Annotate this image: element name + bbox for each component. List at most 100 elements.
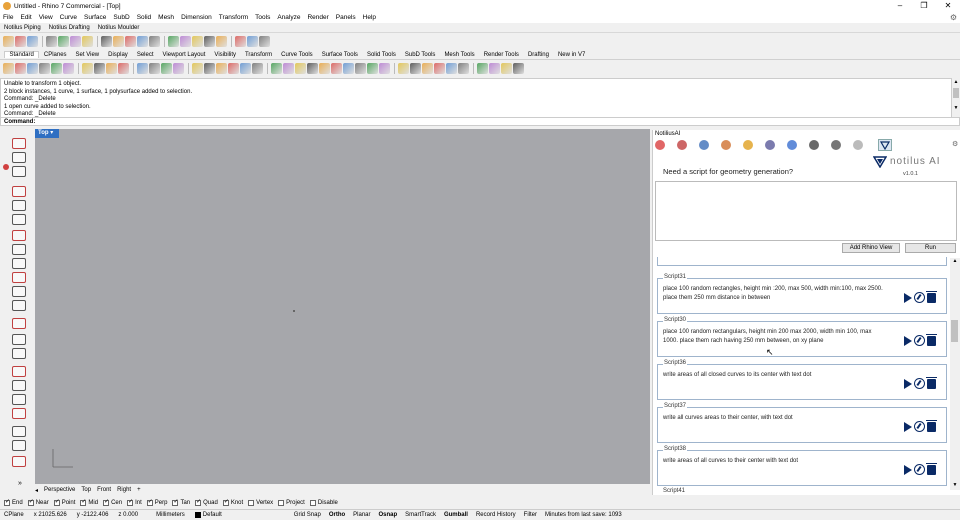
menu-transform[interactable]: Transform — [219, 14, 248, 21]
osnap-checkbox[interactable] — [222, 498, 229, 506]
left-tool-icon[interactable] — [12, 258, 26, 269]
left-tool-icon[interactable] — [12, 394, 26, 405]
osnap-checkbox[interactable] — [172, 498, 178, 506]
edit-script-pencil-icon[interactable] — [914, 421, 925, 432]
edit-script-pencil-icon[interactable] — [914, 378, 925, 389]
tool-button-icon[interactable] — [173, 62, 184, 74]
maximize-button[interactable]: ❐ — [912, 0, 936, 12]
units-label[interactable]: Millimeters — [156, 512, 185, 518]
edit-script-pencil-icon[interactable] — [914, 464, 925, 475]
tool-button-icon[interactable] — [137, 62, 148, 74]
tool-button-icon[interactable] — [410, 62, 421, 74]
tool-button-icon[interactable] — [434, 62, 445, 74]
tool-button-icon[interactable] — [295, 62, 306, 74]
script-list-scroll-thumb[interactable] — [951, 320, 958, 342]
panel-settings-gear-icon[interactable]: ⚙ — [952, 140, 958, 148]
menu-render[interactable]: Render — [307, 14, 328, 21]
tool-button-icon[interactable] — [39, 62, 50, 74]
tool-button-icon[interactable] — [319, 62, 330, 74]
status-toggle-osnap[interactable]: Osnap — [379, 512, 398, 518]
left-tool-icon[interactable] — [12, 166, 26, 177]
run-script-play-icon[interactable] — [904, 421, 912, 432]
menu-analyze[interactable]: Analyze — [277, 14, 300, 21]
more-tools-chevron-icon[interactable]: » — [18, 480, 22, 487]
osnap-point[interactable]: Point — [53, 498, 75, 506]
status-toggle-planar[interactable]: Planar — [353, 512, 370, 518]
tool-button-icon[interactable] — [513, 62, 524, 74]
tool-button-icon[interactable] — [458, 62, 469, 74]
toolbar-tab-visibility[interactable]: Visibility — [210, 52, 241, 58]
tool-button-icon[interactable] — [15, 62, 26, 74]
status-toggle-ortho[interactable]: Ortho — [329, 512, 345, 518]
osnap-checkbox[interactable] — [127, 498, 133, 506]
menu-solid[interactable]: Solid — [137, 14, 151, 21]
toolbar-tab-transform[interactable]: Transform — [240, 52, 276, 58]
run-script-play-icon[interactable] — [904, 335, 912, 346]
viewport-tab-top[interactable]: Top — [81, 487, 91, 493]
status-toggle-smarttrack[interactable]: SmartTrack — [405, 512, 436, 518]
settings-gear-icon[interactable]: ⚙ — [950, 13, 957, 22]
viewport-tab-right[interactable]: Right — [117, 487, 131, 493]
left-tool-icon[interactable] — [12, 426, 26, 437]
tool-button-icon[interactable] — [101, 35, 112, 47]
left-tool-icon[interactable] — [12, 366, 26, 377]
menu-file[interactable]: File — [3, 14, 13, 21]
tool-button-icon[interactable] — [204, 62, 215, 74]
plugin-tab-2[interactable]: Notilus Moulder — [94, 25, 144, 31]
panel-tab-icon[interactable] — [809, 140, 819, 150]
command-history-scrollbar[interactable]: ▲ ▼ — [952, 78, 960, 118]
menu-help[interactable]: Help — [363, 14, 376, 21]
layer-indicator[interactable]: Default — [194, 512, 222, 518]
tool-button-icon[interactable] — [168, 35, 179, 47]
viewport-tab-front[interactable]: Front — [97, 487, 111, 493]
tool-button-icon[interactable] — [27, 35, 38, 47]
menu-panels[interactable]: Panels — [336, 14, 356, 21]
left-tool-icon[interactable] — [12, 138, 26, 149]
panel-tab-icon[interactable] — [743, 140, 753, 150]
osnap-perp[interactable]: Perp — [146, 498, 167, 506]
script-list-scrollbar[interactable]: ▲ ▼ — [950, 258, 960, 490]
toolbar-tab-viewport-layout[interactable]: Viewport Layout — [158, 52, 210, 58]
panel-tab-icon[interactable] — [655, 140, 665, 150]
tool-button-icon[interactable] — [216, 35, 227, 47]
menu-tools[interactable]: Tools — [255, 14, 270, 21]
left-tool-icon[interactable] — [12, 214, 26, 225]
osnap-checkbox[interactable] — [278, 499, 285, 506]
tool-button-icon[interactable] — [367, 62, 378, 74]
menu-edit[interactable]: Edit — [20, 14, 31, 21]
status-toggle-gumball[interactable]: Gumball — [444, 512, 468, 518]
tool-button-icon[interactable] — [259, 35, 270, 47]
tool-button-icon[interactable] — [63, 62, 74, 74]
menu-curve[interactable]: Curve — [60, 14, 77, 21]
left-tool-icon[interactable] — [12, 200, 26, 211]
notilus-tab-active[interactable] — [878, 139, 892, 151]
toolbar-tab-mesh-tools[interactable]: Mesh Tools — [440, 52, 479, 58]
tool-button-icon[interactable] — [422, 62, 433, 74]
left-tool-icon[interactable] — [12, 186, 26, 197]
left-tool-icon[interactable] — [12, 334, 26, 345]
toolbar-tab-subd-tools[interactable]: SubD Tools — [400, 52, 440, 58]
delete-script-trash-icon[interactable] — [926, 333, 937, 346]
toolbar-tab-display[interactable]: Display — [104, 52, 133, 58]
tool-button-icon[interactable] — [355, 62, 366, 74]
osnap-checkbox[interactable] — [248, 499, 255, 506]
tool-button-icon[interactable] — [271, 62, 282, 74]
tool-button-icon[interactable] — [180, 35, 191, 47]
toolbar-tab-standard[interactable]: Standard — [4, 51, 40, 58]
osnap-checkbox[interactable] — [80, 498, 86, 506]
run-script-play-icon[interactable] — [904, 378, 912, 389]
tool-button-icon[interactable] — [3, 62, 14, 74]
close-button[interactable]: ✕ — [936, 0, 960, 12]
left-tool-icon[interactable] — [12, 440, 26, 451]
panel-tab-icon[interactable] — [721, 140, 731, 150]
panel-tab-icon[interactable] — [853, 140, 863, 150]
left-tool-icon[interactable] — [12, 348, 26, 359]
tool-button-icon[interactable] — [204, 35, 215, 47]
tool-button-icon[interactable] — [161, 62, 172, 74]
osnap-checkbox[interactable] — [4, 498, 10, 506]
osnap-project[interactable]: Project — [278, 499, 305, 506]
osnap-vertex[interactable]: Vertex — [248, 499, 273, 506]
tool-button-icon[interactable] — [149, 62, 160, 74]
tool-button-icon[interactable] — [82, 62, 93, 74]
delete-script-trash-icon[interactable] — [926, 376, 937, 389]
